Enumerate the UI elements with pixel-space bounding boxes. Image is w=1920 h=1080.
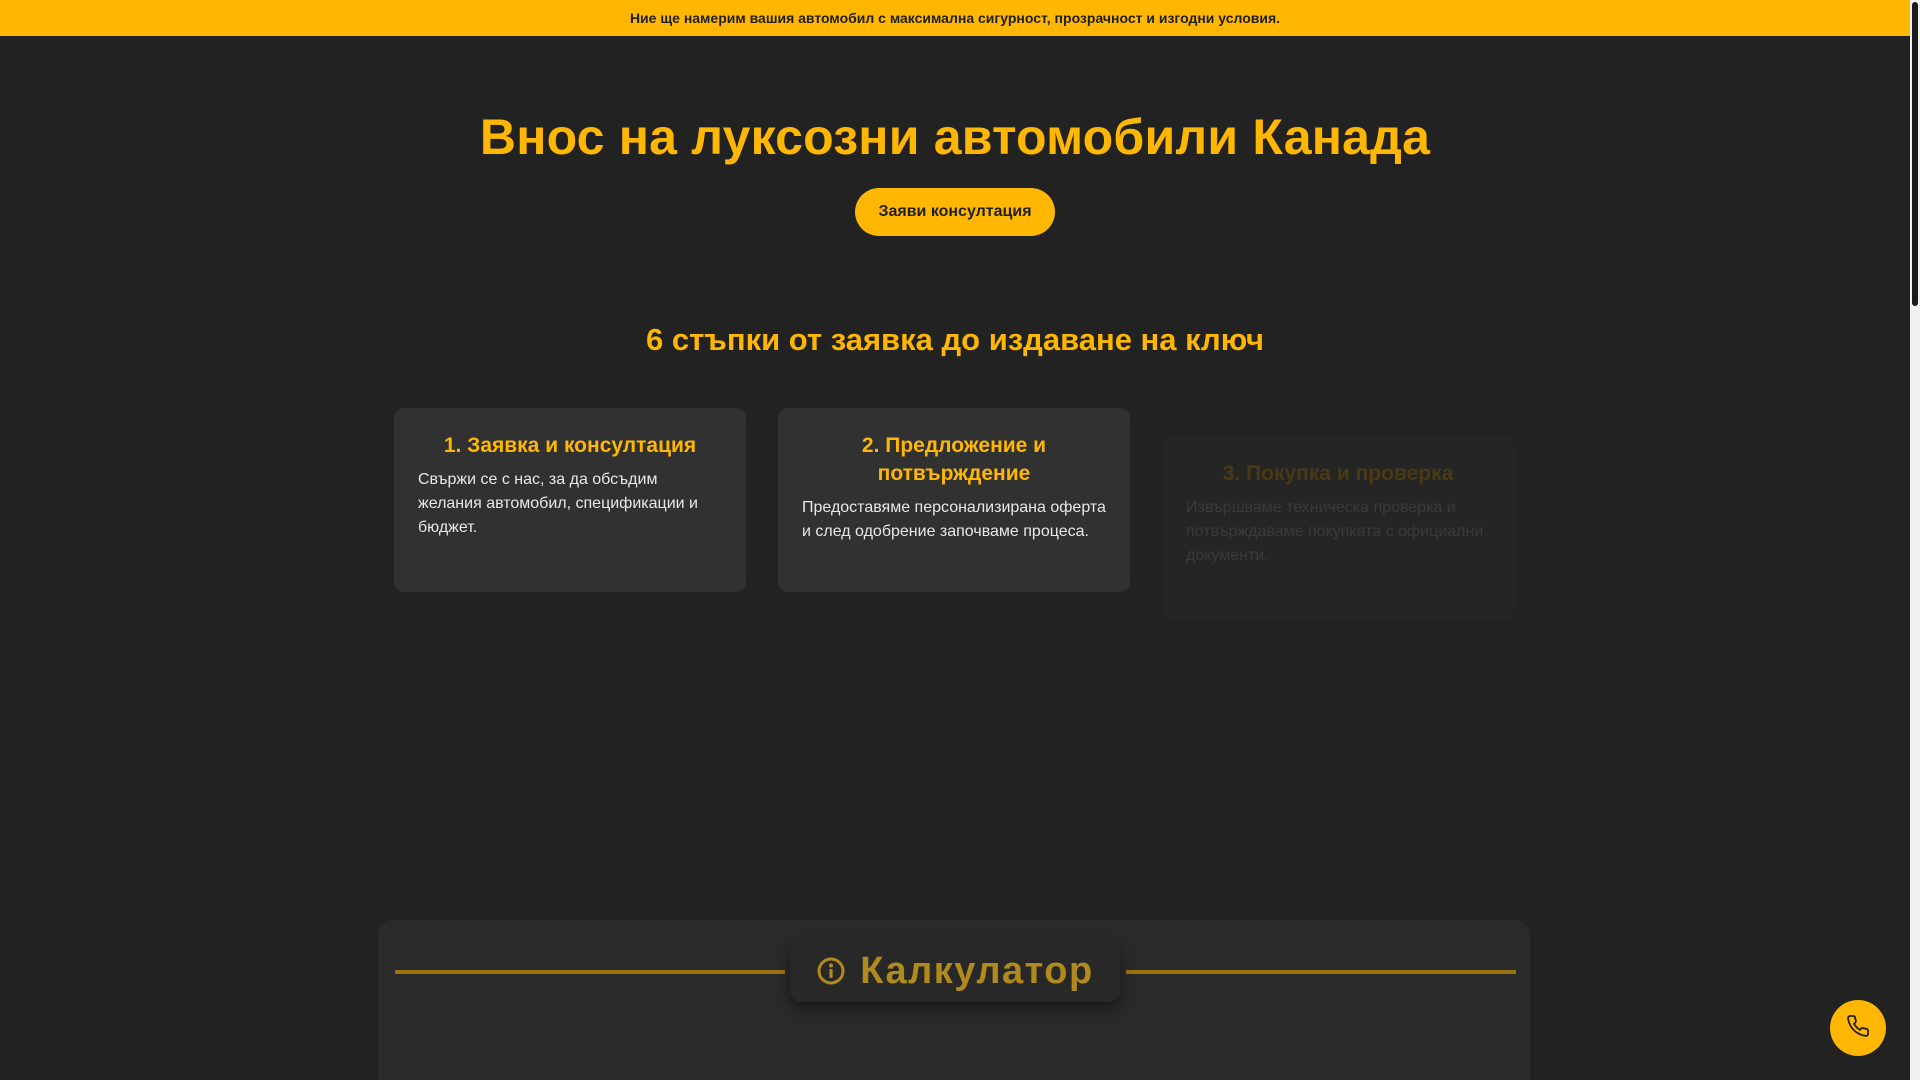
phone-call-button[interactable]	[1830, 1000, 1886, 1056]
consultation-button[interactable]: Заяви консултация	[855, 188, 1055, 236]
step-text: Свържи се с нас, за да обсъдим желания а…	[418, 471, 698, 536]
step-card-1: 1. Заявка и консултация Свържи се с нас,…	[394, 408, 746, 592]
calculator-divider-right	[1126, 970, 1516, 974]
step-title: 1. Заявка и консултация	[443, 434, 697, 457]
step-card-3: 3. Покупка и проверка Извършваме техниче…	[1162, 436, 1514, 620]
calculator-title: Калкулатор	[860, 949, 1094, 992]
banner-text: Ние ще намерим вашия автомобил с максима…	[629, 10, 1281, 26]
scrollbar-thumb[interactable]	[1912, 2, 1918, 306]
step-card-2: 2. Предложение и потвърждение Предоставя…	[778, 408, 1130, 592]
info-icon	[816, 956, 846, 986]
step-text: Извършваме техническа проверка и потвърж…	[1186, 499, 1484, 564]
top-banner: Ние ще намерим вашия автомобил с максима…	[0, 0, 1910, 36]
step-title: 3. Покупка и проверка	[1222, 462, 1454, 485]
phone-icon	[1846, 1014, 1870, 1043]
step-title: 2. Предложение и потвърждение	[861, 434, 1047, 485]
hero-title: Внос на луксозни автомобили Канада	[479, 109, 1431, 165]
calculator-header: Калкулатор	[790, 940, 1120, 1002]
steps-heading: 6 стъпки от заявка до издаване на ключ	[645, 322, 1265, 357]
step-text: Предоставяме персонализирана оферта и сл…	[802, 499, 1106, 540]
calculator-divider-left	[395, 970, 785, 974]
page: Ние ще намерим вашия автомобил с максима…	[0, 0, 1920, 1080]
